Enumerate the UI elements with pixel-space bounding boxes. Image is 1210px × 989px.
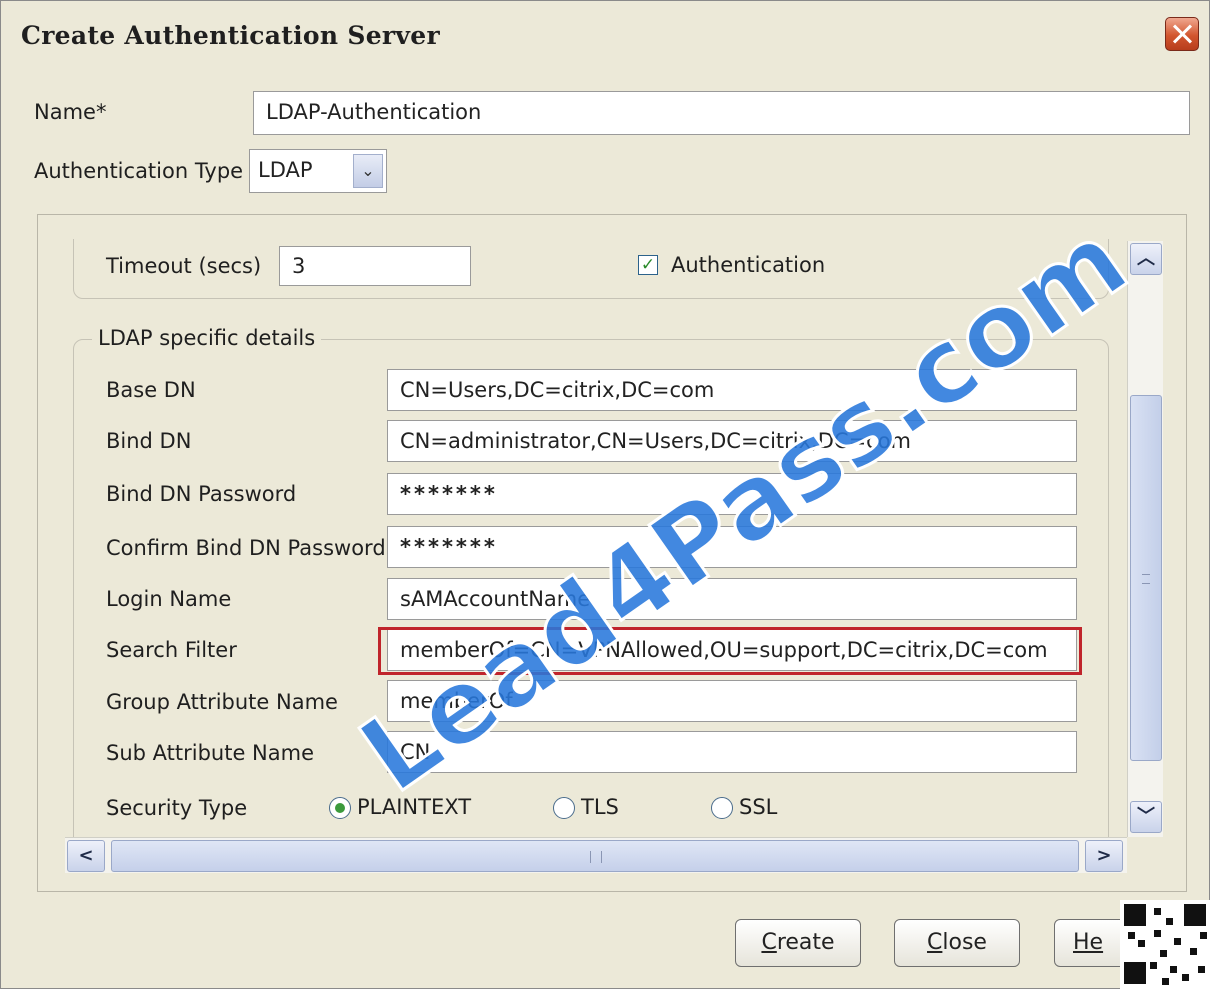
- chevron-down-icon[interactable]: ⌄: [353, 154, 383, 188]
- security-tls-label: TLS: [581, 795, 619, 819]
- authentication-type-label: Authentication Type: [34, 159, 244, 183]
- name-input[interactable]: LDAP-Authentication: [253, 91, 1190, 135]
- timeout-input[interactable]: 3: [279, 246, 471, 286]
- dialog-title: Create Authentication Server: [21, 21, 440, 50]
- scroll-viewport: Timeout (secs) 3 ✓ Authentication LDAP s…: [65, 239, 1123, 837]
- qr-code: [1120, 900, 1210, 989]
- login-name-label: Login Name: [106, 587, 232, 611]
- grip-icon: [1142, 574, 1150, 584]
- create-button[interactable]: Create: [735, 919, 861, 967]
- horizontal-scrollbar[interactable]: < >: [65, 837, 1127, 873]
- horizontal-scroll-thumb[interactable]: [111, 840, 1079, 872]
- chevron-down-icon[interactable]: ﹀: [1130, 801, 1162, 833]
- bind-dn-label: Bind DN: [106, 429, 192, 453]
- ldap-details-legend: LDAP specific details: [92, 326, 322, 350]
- sub-attribute-name-label: Sub Attribute Name: [106, 741, 315, 765]
- sub-attribute-name-input[interactable]: CN: [387, 731, 1077, 773]
- authentication-checkbox-label: Authentication: [671, 253, 826, 277]
- search-filter-label: Search Filter: [106, 638, 237, 662]
- vertical-scroll-thumb[interactable]: [1130, 395, 1162, 761]
- vertical-scrollbar[interactable]: ︿ ﹀: [1127, 241, 1163, 837]
- create-button-label: reate: [776, 930, 835, 955]
- chevron-right-icon[interactable]: >: [1085, 840, 1123, 872]
- base-dn-input[interactable]: CN=Users,DC=citrix,DC=com: [387, 369, 1077, 411]
- security-ssl-radio[interactable]: [711, 797, 733, 819]
- bind-dn-password-label: Bind DN Password: [106, 482, 297, 506]
- confirm-bind-dn-password-input[interactable]: *******: [387, 526, 1077, 568]
- base-dn-label: Base DN: [106, 378, 196, 402]
- search-filter-input[interactable]: memberOf=CN=VPNAllowed,OU=support,DC=cit…: [387, 629, 1077, 671]
- confirm-bind-dn-password-label: Confirm Bind DN Password: [106, 536, 386, 560]
- timeout-label: Timeout (secs): [106, 254, 262, 278]
- authentication-checkbox[interactable]: ✓: [638, 255, 658, 275]
- login-name-input[interactable]: sAMAccountName: [387, 578, 1077, 620]
- create-authentication-server-dialog: Create Authentication Server Name* LDAP-…: [0, 0, 1210, 989]
- security-plaintext-radio[interactable]: [329, 797, 351, 819]
- chevron-up-icon[interactable]: ︿: [1130, 243, 1162, 275]
- title-bar: Create Authentication Server: [1, 1, 1209, 79]
- help-button-label: He: [1073, 930, 1104, 955]
- create-button-mnemonic: C: [761, 930, 777, 955]
- group-attribute-name-input[interactable]: memberOf: [387, 680, 1077, 722]
- close-icon[interactable]: [1165, 17, 1199, 51]
- bind-dn-input[interactable]: CN=administrator,CN=Users,DC=citrix,DC=c…: [387, 420, 1077, 462]
- grip-icon: [590, 851, 602, 863]
- close-button-mnemonic: C: [927, 930, 943, 955]
- security-ssl-label: SSL: [739, 795, 778, 819]
- chevron-left-icon[interactable]: <: [67, 840, 105, 872]
- name-label: Name*: [34, 100, 107, 124]
- close-button[interactable]: Close: [894, 919, 1020, 967]
- authentication-type-select[interactable]: LDAP ⌄: [249, 149, 387, 193]
- group-attribute-name-label: Group Attribute Name: [106, 690, 338, 714]
- bind-dn-password-input[interactable]: *******: [387, 473, 1077, 515]
- close-button-label: lose: [942, 930, 987, 955]
- authentication-type-value: LDAP: [258, 158, 313, 182]
- security-plaintext-label: PLAINTEXT: [357, 795, 472, 819]
- security-tls-radio[interactable]: [553, 797, 575, 819]
- security-type-label: Security Type: [106, 796, 248, 820]
